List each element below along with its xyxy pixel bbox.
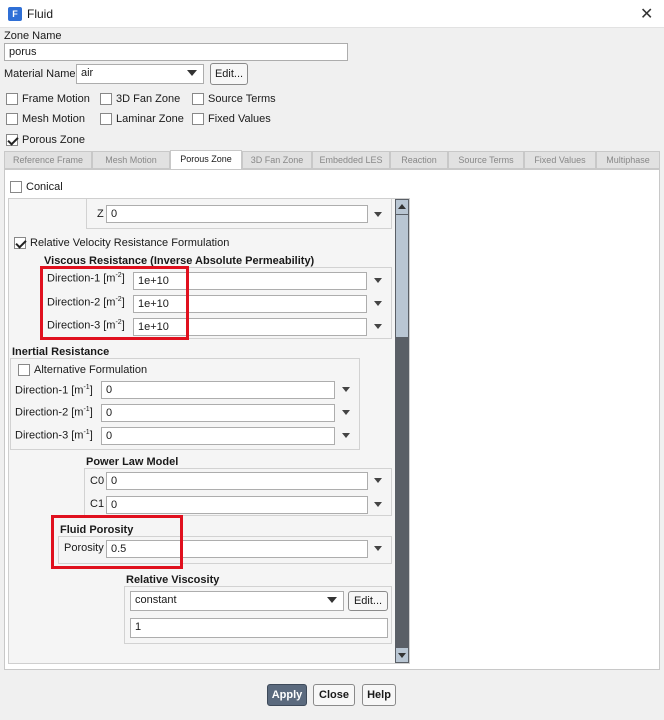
z-dropdown-icon[interactable] (374, 212, 382, 217)
close-icon[interactable]: ✕ (640, 4, 653, 24)
tab-source-terms[interactable]: Source Terms (448, 151, 524, 169)
inertial-direction-1-dropdown-icon[interactable] (342, 387, 350, 392)
inertial-direction-1-input[interactable]: 0 (101, 381, 335, 399)
zone-name-label: Zone Name (4, 30, 62, 42)
relative-viscosity-value-input[interactable]: 1 (130, 618, 388, 638)
conical-label: Conical (26, 181, 63, 193)
c1-dropdown-icon[interactable] (374, 502, 382, 507)
inertial-resistance-title: Inertial Resistance (12, 346, 110, 358)
chevron-down-icon (327, 597, 337, 603)
viscous-direction-3-dropdown-icon[interactable] (374, 324, 382, 329)
z-label: Z (97, 208, 104, 220)
tab-embedded-les[interactable]: Embedded LES (312, 151, 390, 169)
c1-input[interactable]: 0 (106, 496, 368, 514)
relative-velocity-checkbox[interactable] (14, 237, 26, 249)
c1-label: C1 (90, 498, 105, 510)
fixed-values-label: Fixed Values (208, 113, 271, 125)
inertial-direction-2-input[interactable]: 0 (101, 404, 335, 422)
viscous-highlight-box (40, 266, 189, 340)
close-button[interactable]: Close (313, 684, 355, 706)
tab-reference-frame[interactable]: Reference Frame (4, 151, 92, 169)
mesh-motion-checkbox[interactable] (6, 113, 18, 125)
inertial-direction-2-label: Direction-2 [m-1] (15, 406, 93, 419)
scrollbar-thumb[interactable] (396, 215, 408, 337)
arrow-up-icon (398, 204, 406, 209)
scroll-up-button[interactable] (396, 200, 408, 214)
c0-label: C0 (90, 475, 105, 487)
viscous-direction-1-dropdown-icon[interactable] (374, 278, 382, 283)
material-name-value: air (81, 67, 94, 79)
frame-motion-checkbox[interactable] (6, 93, 18, 105)
window-title: Fluid (27, 7, 54, 21)
relative-velocity-label: Relative Velocity Resistance Formulation (30, 237, 230, 249)
tab-3d-fan-zone[interactable]: 3D Fan Zone (242, 151, 312, 169)
tab-fixed-values[interactable]: Fixed Values (524, 151, 596, 169)
laminar-zone-checkbox[interactable] (100, 113, 112, 125)
laminar-zone-label: Laminar Zone (116, 113, 184, 125)
mesh-motion-label: Mesh Motion (22, 113, 85, 125)
arrow-down-icon (398, 653, 406, 658)
fan-zone-checkbox[interactable] (100, 93, 112, 105)
scroll-down-button[interactable] (396, 648, 408, 662)
c0-input[interactable]: 0 (106, 472, 368, 490)
power-law-title: Power Law Model (86, 456, 179, 468)
alternative-formulation-label: Alternative Formulation (34, 364, 148, 376)
viscous-direction-2-dropdown-icon[interactable] (374, 301, 382, 306)
zone-name-input[interactable]: porus (4, 43, 348, 61)
chevron-down-icon (187, 70, 197, 76)
porous-zone-checkbox[interactable] (6, 134, 18, 146)
alternative-formulation-checkbox[interactable] (18, 364, 30, 376)
app-icon: F (8, 7, 22, 21)
inertial-direction-1-label: Direction-1 [m-1] (15, 384, 93, 397)
relative-viscosity-method-select[interactable]: constant (130, 591, 344, 611)
z-input[interactable]: 0 (106, 205, 368, 223)
source-terms-label: Source Terms (208, 93, 276, 105)
relative-viscosity-method-value: constant (135, 594, 177, 606)
porous-zone-label: Porous Zone (22, 134, 85, 146)
tab-multiphase[interactable]: Multiphase (596, 151, 660, 169)
c0-dropdown-icon[interactable] (374, 478, 382, 483)
tab-bar: Reference Frame Mesh Motion Porous Zone … (4, 150, 660, 170)
inertial-direction-3-label: Direction-3 [m-1] (15, 429, 93, 442)
title-bar (0, 0, 664, 28)
inertial-direction-3-input[interactable]: 0 (101, 427, 335, 445)
help-button[interactable]: Help (362, 684, 396, 706)
frame-motion-label: Frame Motion (22, 93, 90, 105)
tab-reaction[interactable]: Reaction (390, 151, 448, 169)
conical-checkbox[interactable] (10, 181, 22, 193)
fixed-values-checkbox[interactable] (192, 113, 204, 125)
relative-viscosity-edit-button[interactable]: Edit... (348, 591, 388, 611)
source-terms-checkbox[interactable] (192, 93, 204, 105)
apply-button[interactable]: Apply (267, 684, 307, 706)
tab-porous-zone[interactable]: Porous Zone (170, 150, 242, 170)
material-name-select[interactable]: air (76, 64, 204, 84)
material-name-label: Material Name (4, 68, 76, 80)
material-edit-button[interactable]: Edit... (210, 63, 248, 85)
porosity-dropdown-icon[interactable] (374, 546, 382, 551)
inertial-direction-3-dropdown-icon[interactable] (342, 433, 350, 438)
tab-mesh-motion[interactable]: Mesh Motion (92, 151, 170, 169)
relative-viscosity-title: Relative Viscosity (126, 574, 220, 586)
porosity-highlight-box (51, 515, 183, 569)
fan-zone-label: 3D Fan Zone (116, 93, 181, 105)
inertial-direction-2-dropdown-icon[interactable] (342, 410, 350, 415)
